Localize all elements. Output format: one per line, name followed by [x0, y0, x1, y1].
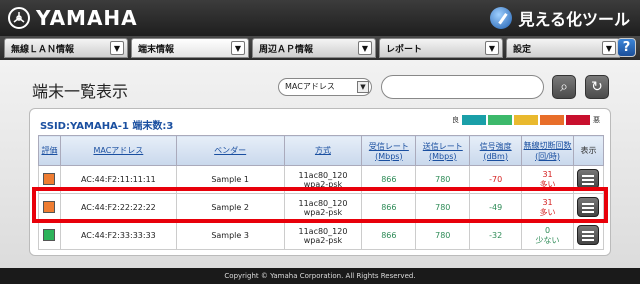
yamaha-logo-icon: [8, 7, 30, 29]
legend-swatch: [540, 115, 564, 125]
top-bar: YAMAHA 見える化ツール: [0, 0, 640, 36]
tab-label: レポート: [386, 44, 423, 55]
tab-label: 端末情報: [138, 44, 175, 55]
tab-settings[interactable]: 設定 ▼: [506, 38, 620, 58]
tab-nearby-ap-info[interactable]: 周辺ＡＰ情報 ▼: [252, 38, 376, 58]
tx-cell: 780: [415, 221, 471, 250]
row-highlight-box: [32, 187, 608, 223]
tab-wireless-lan-info[interactable]: 無線ＬＡＮ情報 ▼: [4, 38, 128, 58]
legend-swatch: [566, 115, 590, 125]
rating-cell: [38, 221, 61, 250]
chevron-down-icon: ▼: [357, 81, 369, 93]
footer: Copyright © Yamaha Corporation. All Righ…: [0, 268, 640, 284]
chevron-down-icon[interactable]: ▼: [485, 41, 499, 55]
search-field-select[interactable]: MACアドレス ▼: [278, 78, 372, 96]
mode-line: wpa2-psk: [303, 235, 343, 245]
search-button[interactable]: ⌕: [552, 75, 576, 99]
mode-line: 11ac80_120: [298, 170, 348, 180]
mode-cell: 11ac80_120 wpa2-psk: [283, 221, 363, 250]
col-vendor[interactable]: ベンダー: [175, 135, 285, 166]
list-view-button[interactable]: [577, 168, 600, 189]
refresh-button[interactable]: ↻: [585, 75, 609, 99]
chevron-down-icon[interactable]: ▼: [602, 41, 616, 55]
tab-bar: 無線ＬＡＮ情報 ▼ 端末情報 ▼ 周辺ＡＰ情報 ▼ レポート ▼ 設定 ▼: [0, 36, 640, 60]
col-mac[interactable]: MACアドレス: [59, 135, 177, 166]
legend-good-label: 良: [452, 116, 459, 124]
tab-label: 設定: [513, 44, 532, 55]
col-disconnects[interactable]: 無線切断回数 (回/時): [521, 135, 574, 166]
rx-cell: 866: [361, 221, 417, 250]
main-content: 端末一覧表示 MACアドレス ▼ ⌕ ↻ SSID:YAMAHA-1 端末数:3…: [0, 60, 640, 268]
rating-indicator: [43, 172, 56, 185]
tab-label: 周辺ＡＰ情報: [259, 44, 314, 55]
visualization-tool-title: 見える化ツール: [490, 6, 630, 30]
chevron-down-icon[interactable]: ▼: [110, 41, 124, 55]
chevron-down-icon[interactable]: ▼: [231, 41, 245, 55]
mac-cell: AC:44:F2:33:33:33: [59, 221, 177, 250]
mode-line: 11ac80_120: [298, 226, 348, 236]
table-row: AC:44:F2:33:33:33 Sample 3 11ac80_120 wpa…: [38, 221, 605, 250]
quality-legend: 良 悪: [452, 115, 600, 125]
col-signal[interactable]: 信号強度 (dBm): [469, 135, 523, 166]
tab-terminal-info[interactable]: 端末情報 ▼: [131, 38, 249, 58]
search-input[interactable]: [381, 75, 544, 99]
refresh-icon: ↻: [591, 79, 603, 95]
page-title: 端末一覧表示: [32, 82, 129, 101]
col-view: 表示: [572, 135, 605, 166]
tool-name: 見える化ツール: [518, 10, 630, 29]
brand-name: YAMAHA: [36, 6, 138, 30]
disconnect-cell: 0 少ない: [521, 221, 574, 250]
terminal-list-panel: SSID:YAMAHA-1 端末数:3 良 悪 評価 MACアドレス ベンダー …: [29, 108, 611, 256]
select-value: MACアドレス: [285, 82, 335, 91]
disconnect-count: 0: [544, 225, 551, 235]
tab-label: 無線ＬＡＮ情報: [11, 44, 75, 55]
search-icon: ⌕: [560, 79, 568, 95]
gauge-icon: [490, 7, 513, 29]
list-view-button[interactable]: [577, 224, 600, 245]
col-rating[interactable]: 評価: [38, 135, 61, 166]
legend-bad-label: 悪: [593, 116, 600, 124]
view-cell: [572, 221, 605, 250]
legend-swatch: [488, 115, 512, 125]
vendor-cell: Sample 3: [175, 221, 285, 250]
col-mode[interactable]: 方式: [283, 135, 363, 166]
disconnect-label: 少ない: [535, 235, 560, 245]
rating-indicator: [43, 228, 56, 241]
legend-swatch: [462, 115, 486, 125]
tab-report[interactable]: レポート ▼: [379, 38, 503, 58]
col-rx-rate[interactable]: 受信レート (Mbps): [361, 135, 417, 166]
help-button[interactable]: ?: [617, 38, 636, 57]
chevron-down-icon[interactable]: ▼: [358, 41, 372, 55]
legend-swatch: [514, 115, 538, 125]
signal-cell: -32: [469, 221, 523, 250]
col-tx-rate[interactable]: 送信レート (Mbps): [415, 135, 471, 166]
disconnect-count: 31: [542, 169, 553, 179]
brand: YAMAHA: [8, 6, 138, 30]
ssid-label: SSID:YAMAHA-1 端末数:3: [40, 121, 174, 132]
